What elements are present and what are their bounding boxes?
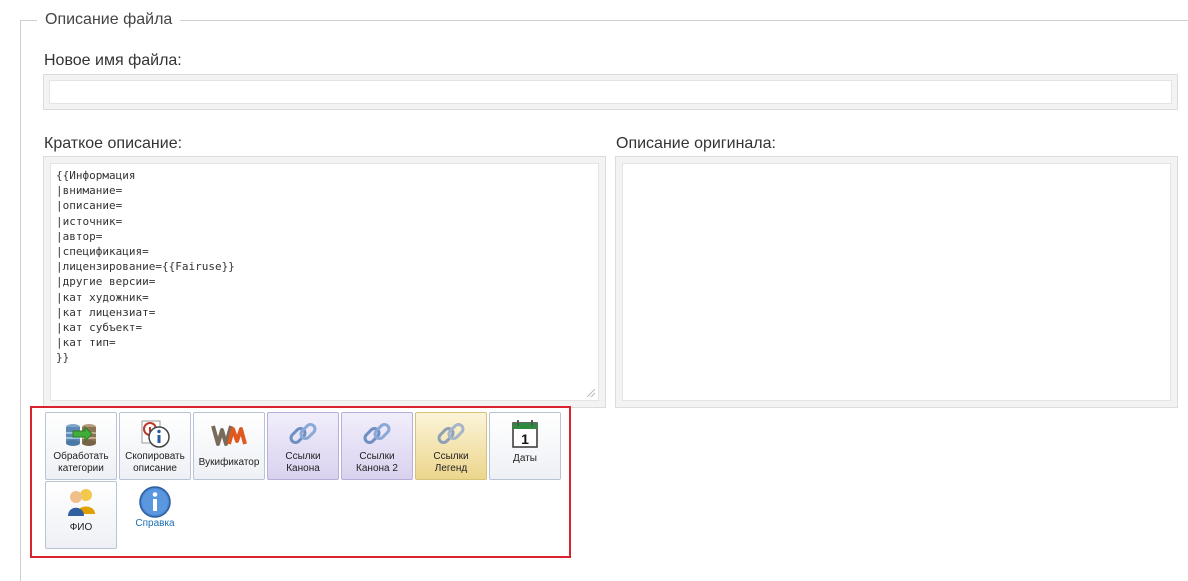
copy-info-icon xyxy=(141,420,170,448)
original-description-box xyxy=(615,156,1178,408)
full-name-label: ФИО xyxy=(69,522,93,533)
canon-links-2-label-2: Канона 2 xyxy=(356,463,398,474)
process-categories-label-1: Обработать xyxy=(53,451,109,462)
tools-toolbar: Обработать категории Скопировать описани… xyxy=(30,406,571,558)
short-description-textarea[interactable]: {{Информация |внимание= |описание= |исто… xyxy=(51,164,598,400)
original-description-label: Описание оригинала: xyxy=(616,135,776,152)
canon-links-2-button[interactable]: Ссылки Канона 2 xyxy=(341,412,413,480)
copy-description-label-1: Скопировать xyxy=(125,451,185,462)
canon-links-label-1: Ссылки xyxy=(285,451,321,462)
chain-link-icon xyxy=(289,423,317,444)
chain-link-icon xyxy=(437,423,465,444)
original-description-textarea[interactable] xyxy=(623,164,1170,400)
help-label[interactable]: Справка xyxy=(119,518,191,530)
short-description-box: {{Информация |внимание= |описание= |исто… xyxy=(43,156,606,408)
copy-description-button[interactable]: Скопировать описание xyxy=(119,412,191,480)
process-categories-button[interactable]: Обработать категории xyxy=(45,412,117,480)
legends-links-button[interactable]: Ссылки Легенд xyxy=(415,412,487,480)
info-icon xyxy=(139,486,171,518)
new-filename-label: Новое имя файла: xyxy=(44,52,182,69)
new-filename-input[interactable] xyxy=(50,81,1171,103)
canon-links-label-2: Канона xyxy=(286,463,320,474)
short-description-label: Краткое описание: xyxy=(44,135,183,152)
chain-link-icon xyxy=(363,423,391,444)
resize-grip-icon[interactable] xyxy=(587,389,595,397)
calendar-icon: 1 xyxy=(512,420,538,448)
process-categories-label-2: категории xyxy=(58,463,104,474)
legends-links-label-2: Легенд xyxy=(434,463,468,474)
full-name-button[interactable]: ФИО xyxy=(45,481,117,549)
wookifier-label: Вукификатор xyxy=(198,457,260,468)
new-filename-box xyxy=(43,74,1178,110)
dates-button[interactable]: 1 Даты xyxy=(489,412,561,480)
canon-links-button[interactable]: Ссылки Канона xyxy=(267,412,339,480)
calendar-day: 1 xyxy=(521,431,529,447)
wookifier-button[interactable]: Вукификатор xyxy=(193,412,265,480)
wm-logo-icon xyxy=(211,425,247,446)
database-transfer-icon xyxy=(66,424,96,446)
help-button[interactable]: Справка xyxy=(119,481,191,549)
fieldset-legend: Описание файла xyxy=(37,11,181,29)
dates-label: Даты xyxy=(513,453,537,464)
users-icon xyxy=(68,489,95,516)
canon-links-2-label-1: Ссылки xyxy=(359,451,395,462)
copy-description-label-2: описание xyxy=(133,463,177,474)
legends-links-label-1: Ссылки xyxy=(433,451,469,462)
